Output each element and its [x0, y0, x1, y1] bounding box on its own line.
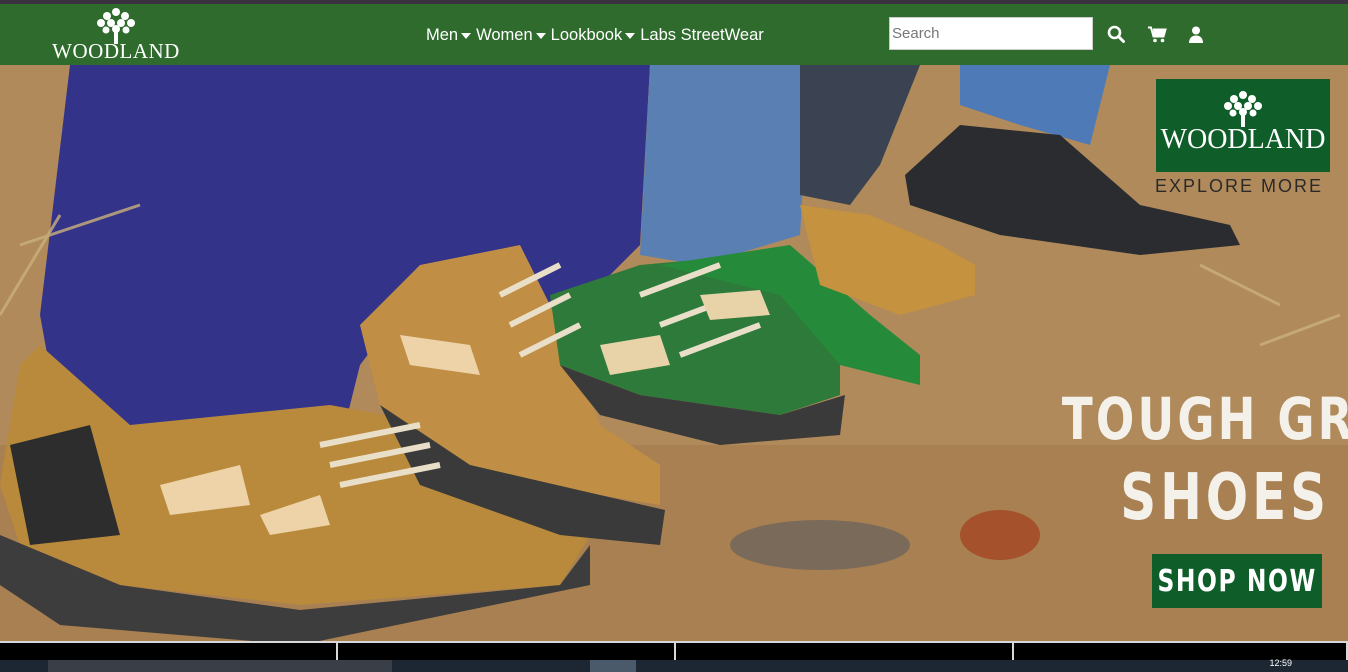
nav-item-men[interactable]: Men	[426, 25, 472, 45]
nav-item-label: Lookbook	[550, 25, 623, 44]
footer-segment	[676, 641, 1014, 661]
search-input[interactable]	[889, 17, 1093, 50]
hero-headline-line2: SHOES	[1120, 461, 1330, 535]
site-header: WOODLAND Men Women Lookbook Labs StreetW…	[0, 4, 1348, 65]
brand-badge: WOODLAND	[1156, 79, 1330, 172]
taskbar-search-box[interactable]	[48, 660, 392, 672]
hero-banner[interactable]: WOODLAND EXPLORE MORE TOUGH GRIP SHOES S…	[0, 65, 1348, 641]
nav-item-labs-streetwear[interactable]: Labs StreetWear	[640, 26, 764, 45]
os-taskbar: 12:59	[0, 658, 1348, 672]
taskbar-clock[interactable]: 12:59	[1269, 658, 1292, 668]
nav-item-label: Men	[426, 25, 459, 44]
main-nav: Men Women Lookbook Labs StreetWear	[426, 23, 769, 47]
tree-icon	[1224, 91, 1262, 127]
caret-down-icon	[625, 33, 636, 39]
shop-now-label: SHOP NOW	[1157, 563, 1317, 599]
brand-logo[interactable]: WOODLAND	[52, 6, 180, 62]
caret-down-icon	[535, 33, 546, 39]
nav-item-women[interactable]: Women	[476, 26, 546, 45]
caret-down-icon	[461, 33, 472, 39]
nav-item-label: Labs StreetWear	[640, 25, 764, 44]
footer-segment	[0, 641, 338, 661]
user-icon[interactable]	[1186, 24, 1206, 44]
explore-more-tagline[interactable]: EXPLORE MORE	[1155, 176, 1335, 197]
taskbar-active-app[interactable]	[590, 660, 636, 672]
search-icon[interactable]	[1106, 24, 1126, 44]
nav-item-label: Women	[476, 25, 533, 44]
hero-headline-line1: TOUGH GRIP	[1061, 385, 1348, 453]
brand-name: WOODLAND	[52, 39, 180, 63]
footer-segment	[338, 641, 676, 661]
nav-item-lookbook[interactable]: Lookbook	[551, 26, 636, 45]
hero-shoes-photo	[0, 65, 1348, 641]
brand-badge-text: WOODLAND	[1160, 124, 1326, 155]
shop-now-button[interactable]: SHOP NOW	[1152, 554, 1322, 608]
cart-icon[interactable]	[1147, 24, 1167, 44]
footer-segment	[1014, 641, 1348, 661]
